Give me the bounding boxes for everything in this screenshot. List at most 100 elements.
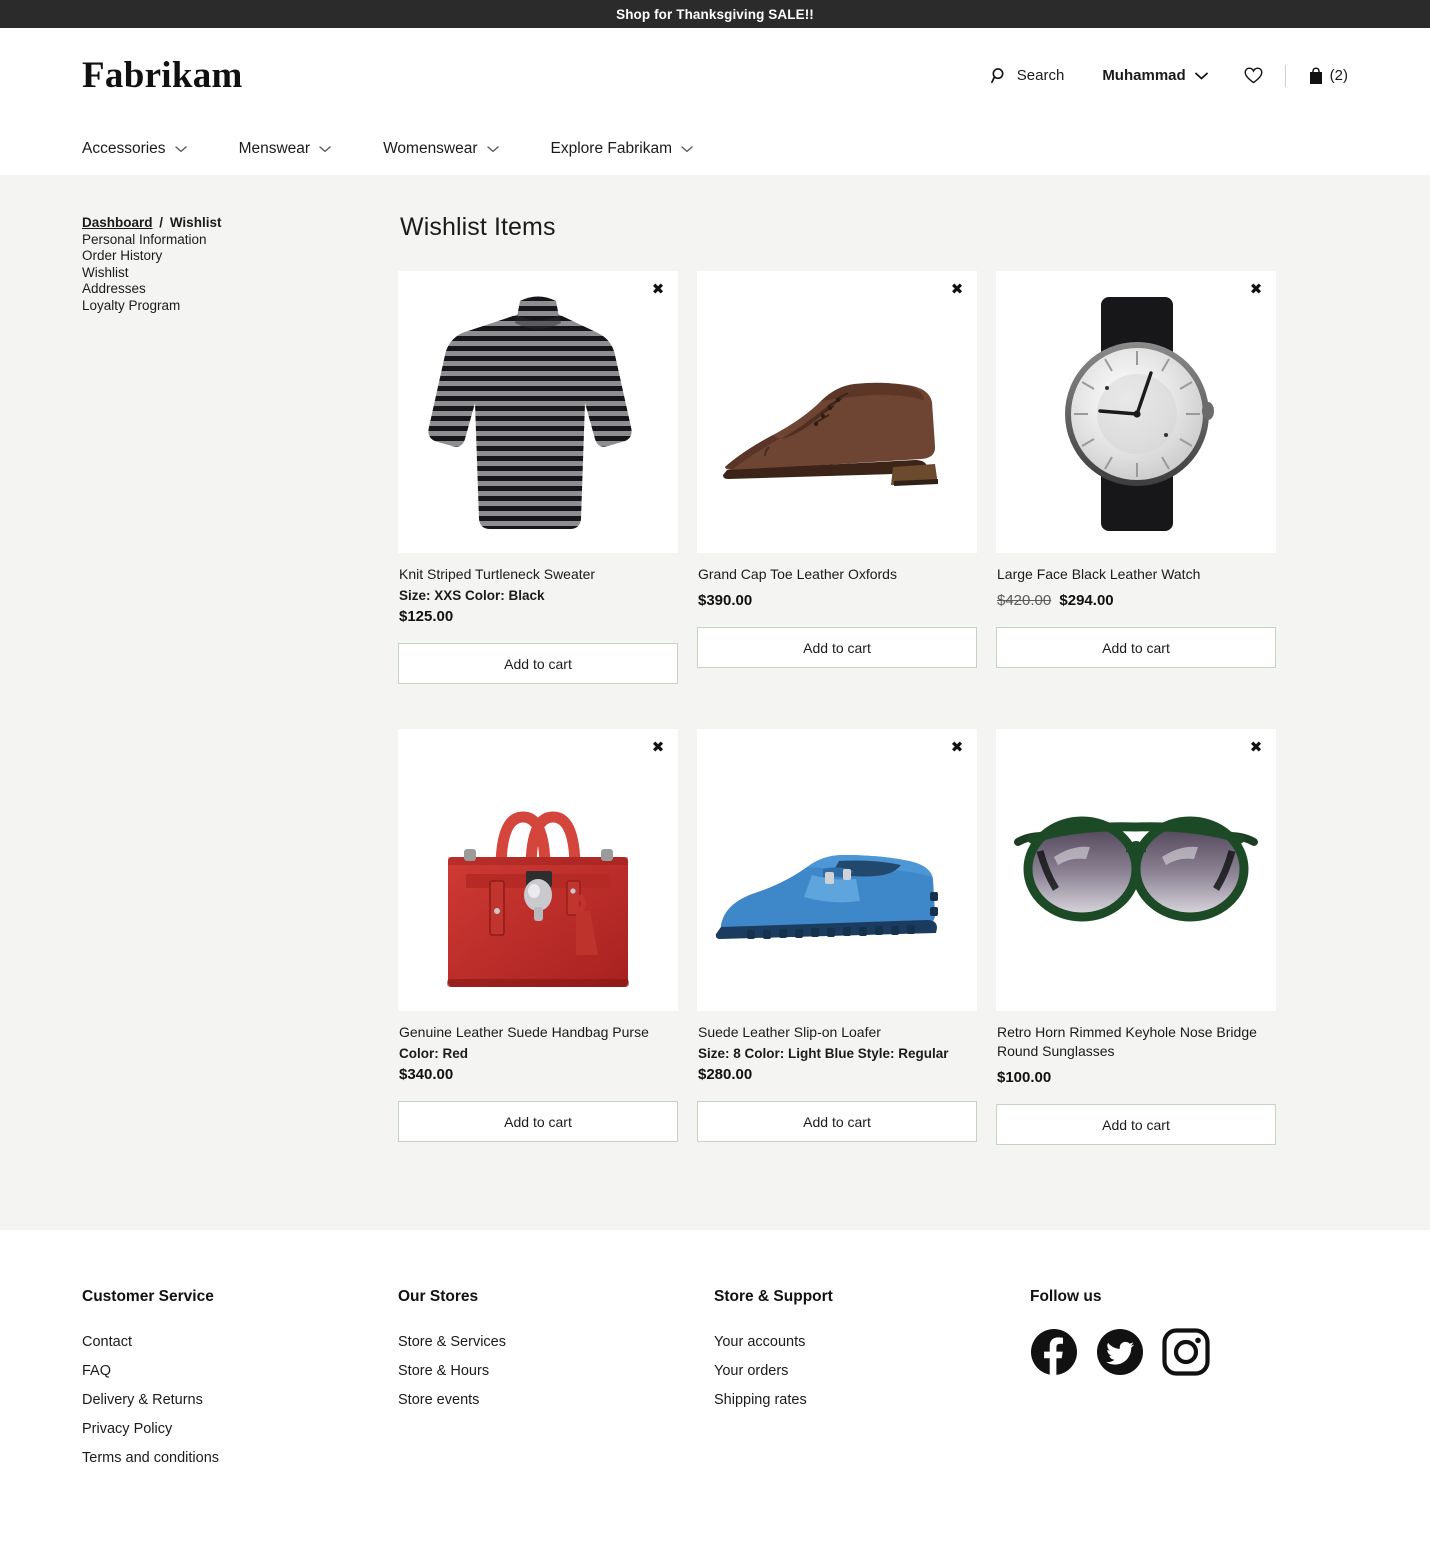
- footer-link-your-accounts[interactable]: Your accounts: [714, 1328, 1030, 1357]
- twitter-icon[interactable]: [1096, 1328, 1144, 1376]
- add-to-cart-button[interactable]: Add to cart: [996, 1104, 1276, 1145]
- instagram-icon[interactable]: [1162, 1328, 1210, 1376]
- add-to-cart-button[interactable]: Add to cart: [398, 643, 678, 684]
- product-price: $294.00: [1059, 592, 1114, 609]
- footer-column-store-support: Store & Support Your accounts Your order…: [714, 1288, 1030, 1473]
- product-image[interactable]: ✖: [996, 271, 1276, 553]
- add-to-cart-button[interactable]: Add to cart: [398, 1101, 678, 1142]
- nav-item-label: Menswear: [238, 140, 311, 157]
- product-image[interactable]: ✖: [398, 729, 678, 1011]
- site-header: Fabrikam Search Muhammad (2) Accessories…: [0, 28, 1430, 175]
- footer-link-store-events[interactable]: Store events: [398, 1386, 714, 1415]
- product-price: $100.00: [997, 1069, 1052, 1086]
- page-title: Wishlist Items: [400, 213, 556, 241]
- footer-link-store-hours[interactable]: Store & Hours: [398, 1357, 714, 1386]
- add-to-cart-button[interactable]: Add to cart: [697, 1101, 977, 1142]
- wishlist-card: ✖: [996, 271, 1276, 684]
- product-image[interactable]: ✖: [996, 729, 1276, 1011]
- product-name[interactable]: Grand Cap Toe Leather Oxfords: [698, 565, 977, 584]
- footer-heading: Follow us: [1030, 1288, 1102, 1305]
- product-name[interactable]: Knit Striped Turtleneck Sweater: [399, 565, 678, 584]
- header-top-row: Fabrikam Search Muhammad (2): [82, 28, 1348, 123]
- chevron-down-icon: [1194, 72, 1208, 80]
- search-button[interactable]: Search: [990, 67, 1065, 84]
- nav-item-label: Explore Fabrikam: [550, 140, 672, 157]
- remove-item-button[interactable]: ✖: [1247, 280, 1265, 298]
- product-name[interactable]: Suede Leather Slip-on Loafer: [698, 1023, 977, 1042]
- sidebar-item-order-history[interactable]: Order History: [82, 248, 398, 264]
- footer-link-contact[interactable]: Contact: [82, 1328, 398, 1357]
- handbag-illustration: [398, 729, 678, 1011]
- promo-banner: Shop for Thanksgiving SALE!!: [0, 0, 1430, 28]
- product-image[interactable]: ✖: [697, 271, 977, 553]
- footer-link-faq[interactable]: FAQ: [82, 1357, 398, 1386]
- nav-item-explore-fabrikam[interactable]: Explore Fabrikam: [551, 140, 693, 158]
- product-price: $125.00: [399, 608, 454, 625]
- product-price: $390.00: [698, 592, 753, 609]
- footer-link-privacy-policy[interactable]: Privacy Policy: [82, 1415, 398, 1444]
- product-info: Suede Leather Slip-on Loafer Size: 8 Col…: [697, 1011, 977, 1085]
- footer-link-store-services[interactable]: Store & Services: [398, 1328, 714, 1357]
- facebook-icon[interactable]: [1030, 1328, 1078, 1376]
- product-price-line: $100.00: [997, 1067, 1276, 1088]
- footer-link-delivery-returns[interactable]: Delivery & Returns: [82, 1386, 398, 1415]
- footer-link-shipping-rates[interactable]: Shipping rates: [714, 1386, 1030, 1415]
- chevron-down-icon: [174, 145, 187, 153]
- wishlist-card: ✖: [697, 729, 977, 1145]
- nav-item-womenswear[interactable]: Womenswear: [383, 140, 499, 158]
- wishlist-card: ✖: [996, 729, 1276, 1145]
- wishlist-card: ✖: [697, 271, 977, 684]
- product-price-line: $390.00: [698, 590, 977, 611]
- footer-heading: Store & Support: [714, 1288, 833, 1305]
- breadcrumb-separator: /: [159, 215, 164, 230]
- breadcrumb: Dashboard / Wishlist: [82, 215, 398, 230]
- account-sidebar: Dashboard / Wishlist Personal Informatio…: [82, 213, 398, 1190]
- product-old-price: $420.00: [997, 592, 1052, 609]
- footer-link-terms-and-conditions[interactable]: Terms and conditions: [82, 1444, 398, 1473]
- remove-item-button[interactable]: ✖: [649, 280, 667, 298]
- nav-item-label: Womenswear: [383, 140, 478, 157]
- wishlist-button[interactable]: [1244, 67, 1263, 84]
- sunglasses-illustration: [996, 729, 1276, 1011]
- product-image[interactable]: ✖: [398, 271, 678, 553]
- sidebar-item-personal-information[interactable]: Personal Information: [82, 232, 398, 248]
- loafer-illustration: [697, 729, 977, 1011]
- cart-button[interactable]: (2): [1308, 67, 1348, 85]
- product-price: $340.00: [399, 1066, 454, 1083]
- breadcrumb-dashboard[interactable]: Dashboard: [82, 215, 153, 230]
- product-name[interactable]: Large Face Black Leather Watch: [997, 565, 1276, 584]
- account-menu[interactable]: Muhammad: [1102, 67, 1208, 84]
- remove-item-button[interactable]: ✖: [948, 738, 966, 756]
- nav-item-accessories[interactable]: Accessories: [82, 140, 187, 158]
- chevron-down-icon: [681, 145, 693, 153]
- product-name[interactable]: Genuine Leather Suede Handbag Purse: [399, 1023, 678, 1042]
- product-price: $280.00: [698, 1066, 753, 1083]
- add-to-cart-button[interactable]: Add to cart: [996, 627, 1276, 668]
- header-actions: Search Muhammad (2): [990, 64, 1348, 87]
- remove-item-button[interactable]: ✖: [1247, 738, 1265, 756]
- remove-item-button[interactable]: ✖: [649, 738, 667, 756]
- sidebar-item-loyalty-program[interactable]: Loyalty Program: [82, 298, 398, 314]
- oxford-shoe-illustration: [697, 271, 977, 553]
- product-info: Knit Striped Turtleneck Sweater Size: XX…: [398, 553, 678, 627]
- search-label: Search: [1016, 67, 1065, 84]
- account-name: Muhammad: [1102, 67, 1186, 84]
- brand-logo[interactable]: Fabrikam: [82, 57, 243, 94]
- social-links: [1030, 1328, 1346, 1376]
- search-icon: [990, 67, 1008, 84]
- footer-link-your-orders[interactable]: Your orders: [714, 1357, 1030, 1386]
- product-name[interactable]: Retro Horn Rimmed Keyhole Nose Bridge Ro…: [997, 1023, 1276, 1061]
- sidebar-item-wishlist[interactable]: Wishlist: [82, 265, 398, 281]
- footer-column-follow-us: Follow us: [1030, 1288, 1346, 1473]
- main-nav: Accessories Menswear Womenswear Explore …: [82, 123, 1348, 175]
- footer-heading: Our Stores: [398, 1288, 479, 1305]
- product-image[interactable]: ✖: [697, 729, 977, 1011]
- sidebar-item-addresses[interactable]: Addresses: [82, 281, 398, 297]
- shopping-bag-icon: [1308, 67, 1324, 85]
- nav-item-menswear[interactable]: Menswear: [239, 140, 332, 158]
- wishlist-panel: Wishlist Items ✖ Knit Striped Turtleneck…: [398, 213, 1348, 1190]
- footer-heading: Customer Service: [82, 1288, 214, 1305]
- remove-item-button[interactable]: ✖: [948, 280, 966, 298]
- product-price-line: $280.00: [698, 1064, 977, 1085]
- add-to-cart-button[interactable]: Add to cart: [697, 627, 977, 668]
